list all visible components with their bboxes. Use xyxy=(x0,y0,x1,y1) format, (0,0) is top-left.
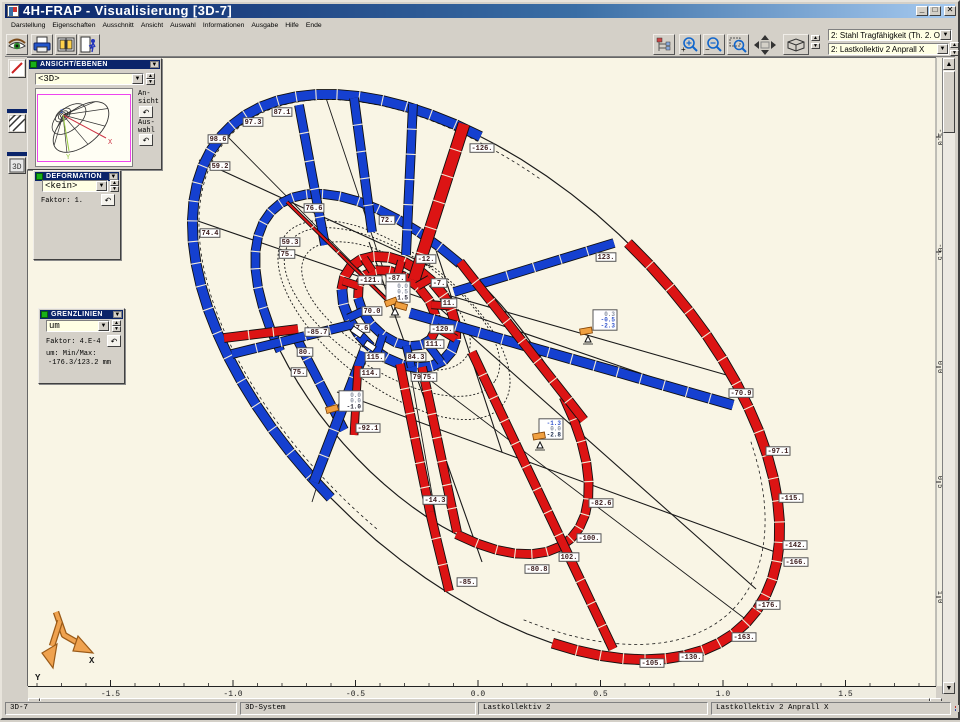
svg-text:X: X xyxy=(108,139,113,147)
svg-text:−: − xyxy=(705,45,710,54)
svg-text:3D: 3D xyxy=(12,163,22,172)
svg-text:z: z xyxy=(60,108,64,115)
svg-text:Y: Y xyxy=(66,154,71,162)
svg-text:+: + xyxy=(681,45,686,54)
